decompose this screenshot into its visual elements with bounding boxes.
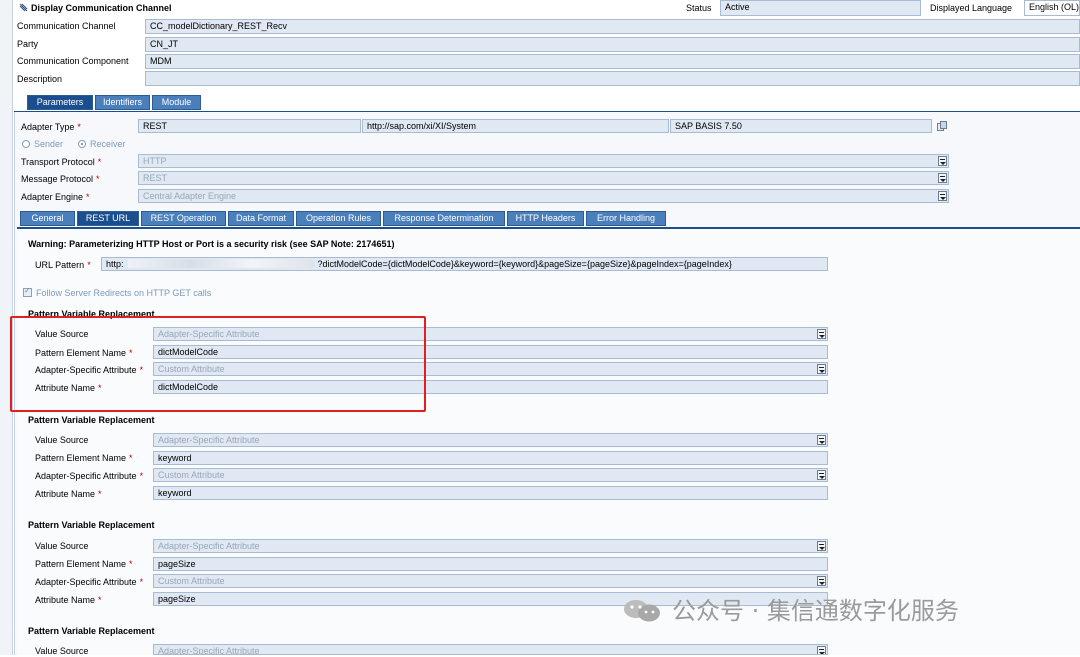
- status-label: Status: [686, 3, 712, 13]
- adapter-engine-select[interactable]: Central Adapter Engine: [138, 189, 949, 203]
- tab-rest-operation[interactable]: REST Operation: [141, 211, 226, 226]
- tab-general[interactable]: General: [20, 211, 75, 226]
- url-pattern-label: URL Pattern *: [35, 260, 91, 270]
- dropdown-icon: [938, 156, 947, 166]
- pattern-section-title: Pattern Variable Replacement: [28, 520, 155, 530]
- dropdown-icon: [817, 576, 826, 586]
- tab-http-headers[interactable]: HTTP Headers: [507, 211, 584, 226]
- adapter-namespace-field: http://sap.com/xi/XI/System: [362, 119, 669, 133]
- adapter-type-label: Adapter Type *: [21, 122, 81, 132]
- element-name-label: Pattern Element Name *: [35, 453, 133, 463]
- tab-module[interactable]: Module: [152, 95, 201, 110]
- dropdown-icon: [817, 541, 826, 551]
- dropdown-icon: [938, 173, 947, 183]
- tab-response-determination[interactable]: Response Determination: [383, 211, 505, 226]
- watermark-text: 公众号 · 集信通数字化服务: [672, 597, 959, 625]
- channel-field: CC_modelDictionary_REST_Recv: [145, 19, 1080, 34]
- adapter-type-field: REST: [138, 119, 361, 133]
- adapter-engine-label: Adapter Engine *: [21, 192, 90, 202]
- channel-icon: [19, 3, 28, 12]
- dropdown-icon: [817, 435, 826, 445]
- value-source-select[interactable]: Adapter-Specific Attribute: [153, 433, 828, 447]
- pattern-section-title: Pattern Variable Replacement: [28, 626, 155, 636]
- sender-radio-icon: [22, 140, 30, 148]
- adapter-attr-select[interactable]: Custom Attribute: [153, 574, 828, 588]
- adapter-attr-label: Adapter-Specific Attribute *: [35, 471, 144, 481]
- channel-label: Communication Channel: [17, 21, 116, 31]
- url-pattern-field[interactable]: http: ?dictModelCode={dictModelCode}&keyw…: [101, 257, 828, 271]
- description-field[interactable]: [145, 71, 1080, 86]
- value-source-label: Value Source: [35, 435, 89, 445]
- value-source-select[interactable]: Adapter-Specific Attribute: [153, 644, 828, 655]
- status-field: Active: [720, 0, 921, 16]
- language-select[interactable]: English (OL): [1024, 0, 1080, 16]
- tab-identifiers[interactable]: Identifiers: [95, 95, 150, 110]
- element-name-field[interactable]: pageSize: [153, 557, 828, 571]
- follow-redirects-label: Follow Server Redirects on HTTP GET call…: [36, 288, 212, 298]
- dropdown-icon: [817, 646, 826, 654]
- dropdown-icon: [938, 191, 947, 201]
- receiver-radio[interactable]: Receiver: [78, 138, 126, 150]
- tab-error-handling[interactable]: Error Handling: [586, 211, 666, 226]
- tab-rest-url[interactable]: REST URL: [77, 211, 139, 226]
- language-label: Displayed Language: [930, 3, 1013, 13]
- value-help-icon[interactable]: [937, 121, 947, 131]
- component-field: MDM: [145, 54, 1080, 69]
- tab-operation-rules[interactable]: Operation Rules: [296, 211, 381, 226]
- party-label: Party: [17, 39, 39, 49]
- value-source-select[interactable]: Adapter-Specific Attribute: [153, 539, 828, 553]
- dropdown-icon: [817, 470, 826, 480]
- receiver-radio-icon: [78, 140, 86, 148]
- tab-parameters[interactable]: Parameters: [27, 95, 93, 110]
- sender-radio[interactable]: Sender: [22, 138, 63, 150]
- adapter-basis-field: SAP BASIS 7.50: [670, 119, 932, 133]
- value-source-label: Value Source: [35, 541, 89, 551]
- pattern-section-title: Pattern Variable Replacement: [28, 415, 155, 425]
- highlight-box: [10, 316, 426, 412]
- dropdown-icon: [817, 329, 826, 339]
- redacted-host: [127, 259, 314, 268]
- security-warning: Warning: Parameterizing HTTP Host or Por…: [28, 239, 395, 249]
- element-name-label: Pattern Element Name *: [35, 559, 133, 569]
- party-field: CN_JT: [145, 37, 1080, 52]
- tab-data-format[interactable]: Data Format: [228, 211, 294, 226]
- attr-name-label: Attribute Name *: [35, 595, 102, 605]
- window-title: Display Communication Channel: [31, 3, 172, 13]
- adapter-attr-select[interactable]: Custom Attribute: [153, 468, 828, 482]
- value-source-label: Value Source: [35, 646, 89, 656]
- transport-protocol-label: Transport Protocol *: [21, 157, 102, 167]
- dropdown-icon: [817, 364, 826, 374]
- sub-tabs: General REST URL REST Operation Data For…: [17, 210, 1080, 229]
- component-label: Communication Component: [17, 56, 129, 66]
- attr-name-field[interactable]: keyword: [153, 486, 828, 500]
- main-tabs: Parameters Identifiers Module: [14, 94, 1080, 113]
- adapter-attr-label: Adapter-Specific Attribute *: [35, 577, 144, 587]
- attr-name-label: Attribute Name *: [35, 489, 102, 499]
- follow-redirects-checkbox[interactable]: [23, 286, 32, 297]
- description-label: Description: [17, 74, 63, 84]
- element-name-field[interactable]: keyword: [153, 451, 828, 465]
- message-protocol-select[interactable]: REST: [138, 171, 949, 185]
- transport-protocol-select[interactable]: HTTP: [138, 154, 949, 168]
- message-protocol-label: Message Protocol *: [21, 174, 100, 184]
- chat-icon: [622, 598, 662, 624]
